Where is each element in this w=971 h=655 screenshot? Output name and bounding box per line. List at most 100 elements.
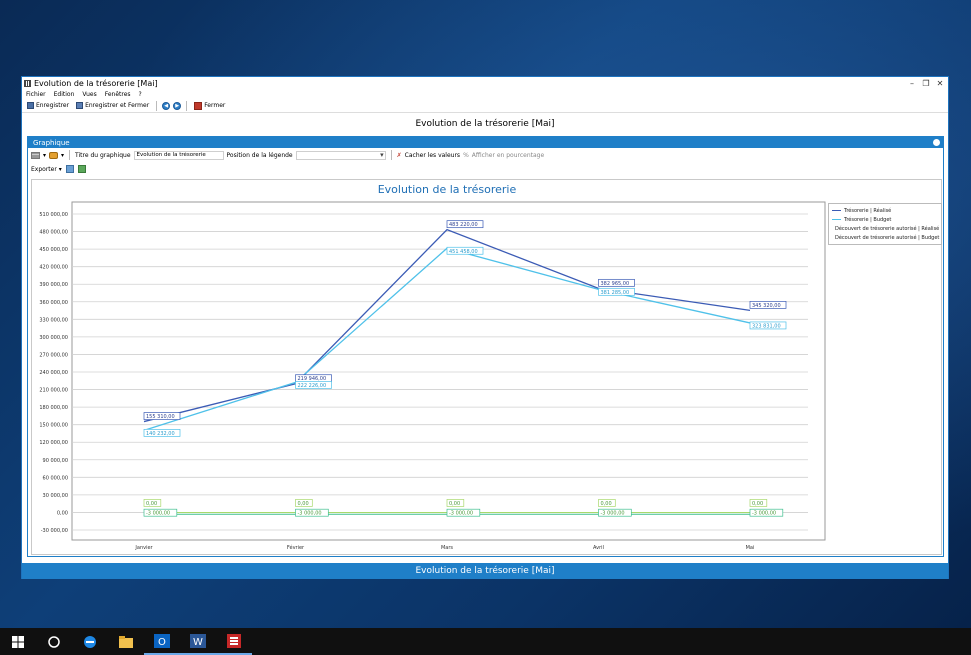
y-tick-label: 150 000,00 [39,423,68,429]
menu-edition[interactable]: Edition [54,91,75,98]
percent-icon[interactable]: % [463,152,469,159]
export-button[interactable]: Exporter ▾ [31,166,62,173]
svg-text:222 226,00: 222 226,00 [298,383,327,389]
svg-text:-3 000,00: -3 000,00 [752,511,776,517]
data-label: 0,00 [598,499,616,507]
svg-text:0,00: 0,00 [752,501,763,507]
close-button[interactable]: Fermer [192,101,227,110]
chevron-down-icon[interactable]: ▾ [43,152,46,159]
svg-text:-3 000,00: -3 000,00 [146,511,170,517]
legend-item: Découvert de trésorerie autorisé | Réali… [832,224,940,233]
chart-type-icon[interactable] [31,151,40,159]
options-separator [69,150,71,160]
menu-bar: Fichier Edition Vues Fenêtres ? [22,90,948,99]
panel-header: Graphique [28,137,943,148]
y-tick-label: 120 000,00 [39,440,68,446]
svg-text:0,00: 0,00 [449,501,460,507]
hide-values-icon[interactable]: ✗ [397,152,402,159]
previous-icon[interactable]: ◀ [162,101,171,110]
svg-text:451 458,00: 451 458,00 [449,249,478,255]
save-close-button[interactable]: Enregistrer et Fermer [74,102,151,109]
chart-title-input[interactable] [133,150,224,160]
export-label: Exporter [31,165,57,173]
chart-legend: Trésorerie | Réalisé Trésorerie | Budget D… [828,203,942,245]
chart-title-label: Titre du graphique [75,151,131,159]
start-button[interactable] [0,628,36,655]
data-label: -3 000,00 [749,508,784,517]
chart-panel: Graphique ▾ ▾ Titre du graphique Positio… [27,136,944,557]
toolbar-separator [156,100,158,111]
outlook-icon: O [154,633,170,648]
x-tick-label: Janvier [134,545,153,551]
y-tick-label: 330 000,00 [39,317,68,323]
save-button[interactable]: Enregistrer [25,102,71,109]
legend-item: Trésorerie | Budget [832,215,938,224]
svg-text:0,00: 0,00 [298,501,309,507]
restore-button[interactable]: ❐ [922,79,930,88]
y-tick-label: 450 000,00 [39,247,68,253]
close-label: Fermer [204,102,226,109]
svg-text:-3 000,00: -3 000,00 [601,511,625,517]
y-tick-label: 60 000,00 [43,475,68,481]
cortana-button[interactable] [36,628,72,655]
minimize-button[interactable]: – [908,79,916,88]
app-icon [227,633,241,648]
taskbar: O W [0,628,971,655]
legend-label: Trésorerie | Budget [844,216,892,223]
explorer-button[interactable] [108,628,144,655]
y-tick-label: 30 000,00 [43,493,68,499]
word-button[interactable]: W [180,628,216,655]
chart-area: Evolution de la trésorerie 510 000,00 480 … [31,179,942,555]
outlook-button[interactable]: O [144,628,180,655]
word-letter: W [193,637,203,648]
chart-options-bar: ▾ ▾ Titre du graphique Position de la lé… [28,148,943,162]
user-icon[interactable] [933,139,940,146]
legend-swatch [832,210,841,211]
zoom-icon[interactable] [65,165,74,173]
y-tick-label: 180 000,00 [39,405,68,411]
svg-text:483 220,00: 483 220,00 [449,222,478,228]
x-tick-label: Avril [593,545,604,551]
menu-vues[interactable]: Vues [82,91,96,98]
legend-label: Trésorerie | Réalisé [844,207,892,214]
edge-button[interactable] [72,628,108,655]
menu-fenetres[interactable]: Fenêtres [105,91,131,98]
y-tick-label: 90 000,00 [43,458,68,464]
svg-text:345 320,00: 345 320,00 [752,303,781,309]
menu-help[interactable]: ? [139,91,142,98]
close-window-button[interactable]: ✕ [936,79,944,88]
outlook-letter: O [158,637,166,648]
data-label: -3 000,00 [295,508,329,517]
x-tick-label: Mai [746,545,755,551]
y-tick-label: 480 000,00 [39,230,68,236]
legend-label: Découvert de trésorerie autorisé | Réali… [835,225,940,232]
svg-text:140 232,00: 140 232,00 [146,431,175,437]
chevron-down-icon[interactable]: ▾ [61,152,64,159]
app-button[interactable] [216,628,252,655]
windows-icon [12,635,24,648]
svg-text:382 965,00: 382 965,00 [601,281,630,287]
hide-values-label[interactable]: Cacher les valeurs [405,152,460,159]
data-label: -3 000,00 [446,508,481,517]
toolbar: Enregistrer Enregistrer et Fermer ◀ ▶ Fe… [22,99,948,113]
y-tick-label: 240 000,00 [39,370,68,376]
data-label: 381 285,00 [598,287,635,296]
show-percent-label[interactable]: Afficher en pourcentage [472,152,544,159]
next-icon[interactable]: ▶ [173,101,182,110]
toolbar-separator [186,100,188,111]
legend-position-select[interactable] [295,150,386,160]
app-window: Evolution de la trésorerie [Mai] – ❐ ✕ F… [21,76,949,579]
line-chart: Evolution de la trésorerie 510 000,00 480 … [39,183,826,551]
legend-item: Découvert de trésorerie autorisé | Budge… [832,233,939,242]
palette-icon[interactable] [49,151,59,159]
svg-text:381 285,00: 381 285,00 [601,290,630,296]
x-tick-label: Février [287,544,305,551]
legend-item: Trésorerie | Réalisé [832,206,938,215]
save-close-label: Enregistrer et Fermer [85,102,150,109]
data-label: -3 000,00 [598,508,632,517]
image-export-icon[interactable] [77,165,86,173]
menu-fichier[interactable]: Fichier [26,91,46,98]
export-bar: Exporter ▾ [28,162,943,176]
data-label: 0,00 [446,499,465,507]
y-tick-label: 0,00 [57,510,68,516]
